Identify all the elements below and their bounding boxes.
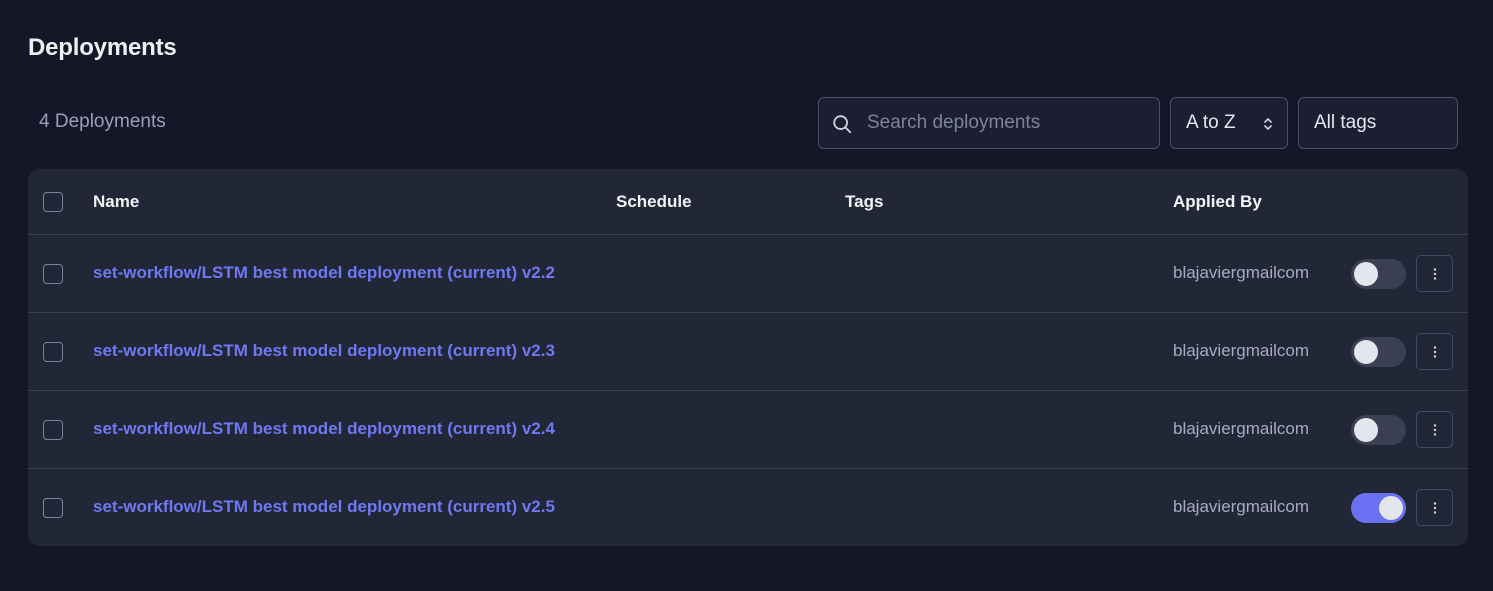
- active-toggle[interactable]: [1351, 415, 1406, 445]
- flow-name[interactable]: set-workflow: [93, 419, 197, 438]
- sort-select[interactable]: A to Z: [1170, 97, 1288, 149]
- deployment-name[interactable]: LSTM best model deployment (current) v2.…: [202, 419, 555, 438]
- deployment-name[interactable]: LSTM best model deployment (current) v2.…: [202, 497, 555, 516]
- applied-by: blajaviergmailcom: [1173, 341, 1310, 360]
- deployments-table: Name Schedule Tags Applied By set-workfl…: [28, 169, 1468, 546]
- column-header-tags[interactable]: Tags: [845, 192, 883, 212]
- more-vertical-icon: [1433, 268, 1437, 280]
- table-row: set-workflow/LSTM best model deployment …: [28, 313, 1468, 391]
- deployment-link[interactable]: set-workflow/LSTM best model deployment …: [93, 263, 555, 283]
- row-checkbox[interactable]: [43, 420, 63, 440]
- toggle-knob: [1379, 496, 1403, 520]
- deployment-link[interactable]: set-workflow/LSTM best model deployment …: [93, 497, 555, 517]
- row-menu-button[interactable]: [1416, 489, 1453, 526]
- column-header-schedule[interactable]: Schedule: [616, 192, 692, 212]
- tags-filter-label: All tags: [1314, 112, 1377, 133]
- row-menu-button[interactable]: [1416, 411, 1453, 448]
- toggle-knob: [1354, 340, 1378, 364]
- row-checkbox[interactable]: [43, 264, 63, 284]
- chevron-up-down-icon: [1264, 118, 1272, 130]
- flow-name[interactable]: set-workflow: [93, 497, 197, 516]
- tags-filter[interactable]: All tags: [1298, 97, 1458, 149]
- sort-select-label: A to Z: [1186, 112, 1236, 133]
- table-row: set-workflow/LSTM best model deployment …: [28, 235, 1468, 313]
- toggle-knob: [1354, 418, 1378, 442]
- deployment-link[interactable]: set-workflow/LSTM best model deployment …: [93, 419, 555, 439]
- row-menu-button[interactable]: [1416, 255, 1453, 292]
- table-row: set-workflow/LSTM best model deployment …: [28, 391, 1468, 469]
- deployments-page: Deployments 4 Deployments A to Z All tag…: [0, 0, 1493, 591]
- applied-by: blajaviergmailcom: [1173, 263, 1310, 282]
- flow-name[interactable]: set-workflow: [93, 341, 197, 360]
- applied-by: blajaviergmailcom: [1173, 419, 1310, 438]
- search-input[interactable]: [867, 98, 1147, 148]
- page-title: Deployments: [28, 34, 177, 61]
- table-row: set-workflow/LSTM best model deployment …: [28, 469, 1468, 546]
- more-vertical-icon: [1433, 346, 1437, 358]
- column-header-name[interactable]: Name: [93, 192, 139, 212]
- flow-name[interactable]: set-workflow: [93, 263, 197, 282]
- deployment-link[interactable]: set-workflow/LSTM best model deployment …: [93, 341, 555, 361]
- row-checkbox[interactable]: [43, 342, 63, 362]
- deployment-name[interactable]: LSTM best model deployment (current) v2.…: [202, 263, 555, 282]
- deployment-count: 4 Deployments: [39, 111, 166, 132]
- row-checkbox[interactable]: [43, 498, 63, 518]
- more-vertical-icon: [1433, 502, 1437, 514]
- row-menu-button[interactable]: [1416, 333, 1453, 370]
- deployment-name[interactable]: LSTM best model deployment (current) v2.…: [202, 341, 555, 360]
- select-all-checkbox[interactable]: [43, 192, 63, 212]
- table-header: Name Schedule Tags Applied By: [28, 169, 1468, 235]
- search-icon: [833, 115, 852, 134]
- column-header-applied-by[interactable]: Applied By: [1173, 192, 1262, 212]
- active-toggle[interactable]: [1351, 259, 1406, 289]
- toggle-knob: [1354, 262, 1378, 286]
- active-toggle[interactable]: [1351, 337, 1406, 367]
- applied-by: blajaviergmailcom: [1173, 497, 1310, 516]
- search-box[interactable]: [818, 97, 1160, 149]
- more-vertical-icon: [1433, 424, 1437, 436]
- active-toggle[interactable]: [1351, 493, 1406, 523]
